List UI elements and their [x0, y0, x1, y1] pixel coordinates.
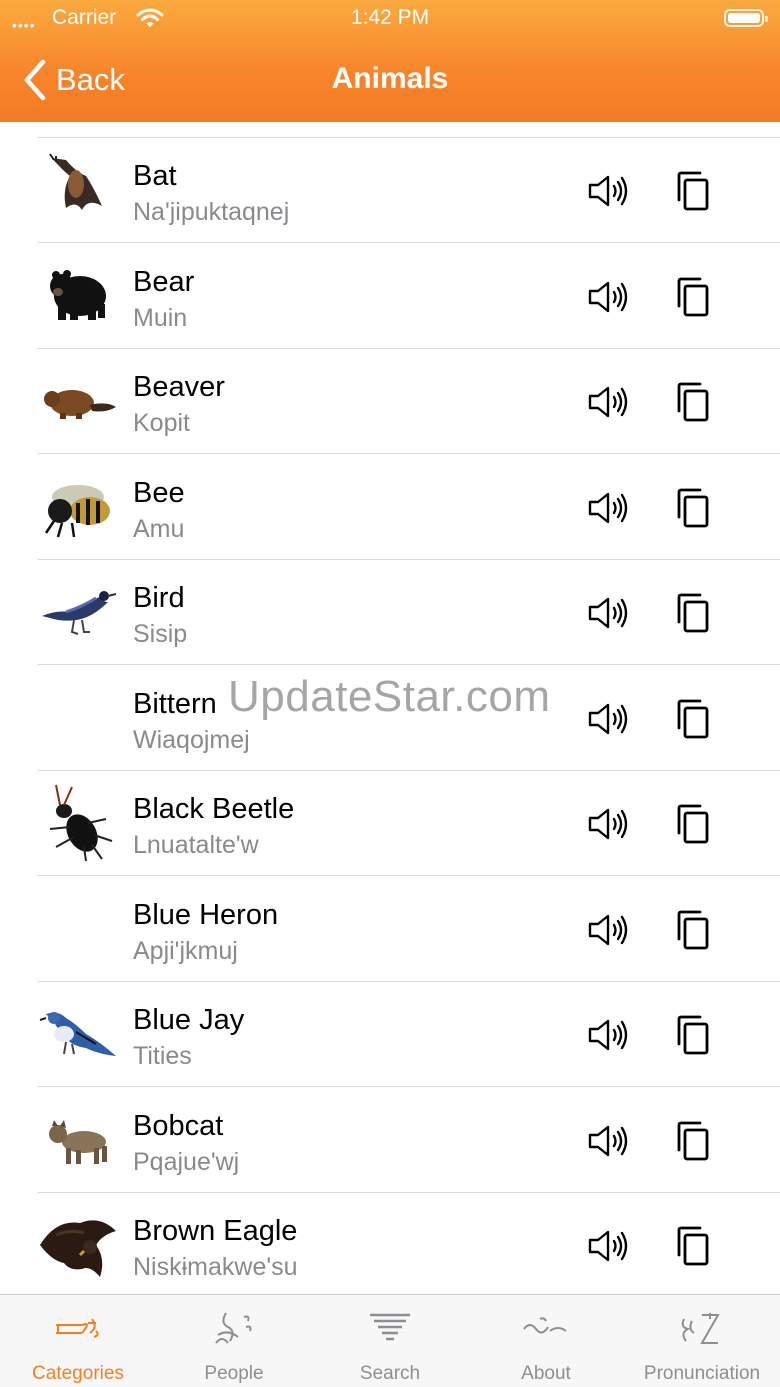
animal-name: Bobcat: [133, 1109, 224, 1142]
tab-people[interactable]: People: [156, 1295, 312, 1387]
tab-search[interactable]: Search: [312, 1295, 468, 1387]
tab-bar: Categories People Search About Pronuncia…: [0, 1294, 780, 1387]
bear-thumbnail: [36, 256, 120, 336]
bluejay-thumbnail: [36, 994, 120, 1074]
beetle-thumbnail: [36, 783, 120, 863]
about-glyph-icon: [523, 1317, 567, 1334]
pronunciation-glyph-icon: [681, 1313, 720, 1344]
animal-translation: Niskɨmakwe'su: [133, 1253, 298, 1281]
tab-label: Search: [359, 1363, 421, 1384]
navigation-bar: Back Animals: [0, 40, 780, 122]
animal-row[interactable]: Bear Muin: [0, 244, 780, 349]
animal-translation: Wiaqojmej: [133, 725, 250, 754]
clock: 1:42 PM: [350, 6, 430, 29]
speaker-icon[interactable]: [586, 805, 630, 843]
categories-glyph-icon: [56, 1318, 99, 1338]
animal-translation: Na'jipuktaqnej: [133, 198, 290, 226]
animal-name: Bird: [133, 582, 185, 614]
speaker-icon[interactable]: [586, 1227, 630, 1265]
tab-label: People: [204, 1363, 264, 1384]
animal-row[interactable]: Bat Na'jipuktaqnej: [0, 138, 780, 243]
tab-pronunciation[interactable]: Pronunciation: [624, 1295, 780, 1387]
animal-translation: Muin: [133, 303, 188, 332]
animal-row[interactable]: Black Beetle Lnuatalte'w: [0, 771, 780, 876]
animal-row[interactable]: Brown Eagle Niskɨmakwe'su: [0, 1193, 780, 1294]
animal-name: Blue Jay: [133, 1004, 245, 1036]
animal-name: Bear: [133, 265, 195, 298]
search-glyph-icon: [370, 1313, 410, 1341]
speaker-icon[interactable]: [586, 1016, 630, 1054]
animal-row[interactable]: Blue Jay Tities: [0, 982, 780, 1087]
animal-name: Bee: [133, 476, 185, 509]
tab-about[interactable]: About: [468, 1295, 624, 1387]
header-bar: •••• Carrier 1:42 PM Back Animals: [0, 0, 780, 122]
copy-icon[interactable]: [674, 487, 712, 529]
copy-icon[interactable]: [674, 381, 712, 423]
copy-icon[interactable]: [674, 909, 712, 951]
animal-name: Black Beetle: [133, 793, 295, 825]
animal-translation: Kopit: [133, 409, 190, 437]
speaker-icon[interactable]: [586, 594, 630, 632]
copy-icon[interactable]: [674, 170, 712, 212]
speaker-icon[interactable]: [586, 1122, 630, 1160]
copy-icon[interactable]: [674, 698, 712, 740]
tab-categories[interactable]: Categories: [0, 1295, 156, 1387]
watermark: UpdateStar.com: [228, 672, 551, 721]
animal-translation: Lnuatalte'w: [133, 831, 259, 859]
thumbnail-placeholder: [36, 889, 120, 969]
copy-icon[interactable]: [674, 1014, 712, 1056]
animal-row[interactable]: Blue Heron Apji'jkmuj: [0, 877, 780, 982]
speaker-icon[interactable]: [586, 172, 630, 210]
animal-translation: Pqajue'wj: [133, 1147, 240, 1176]
copy-icon[interactable]: [674, 276, 712, 318]
animal-row[interactable]: Bobcat Pqajue'wj: [0, 1088, 780, 1193]
animal-name: Blue Heron: [133, 898, 279, 931]
animal-translation: Amu: [133, 514, 185, 543]
animal-row[interactable]: Beaver Kopit: [0, 349, 780, 454]
animal-name: Bittern: [133, 687, 217, 720]
animal-name: Bat: [133, 160, 177, 192]
copy-icon[interactable]: [674, 1120, 712, 1162]
animal-row[interactable]: Bird Sisip: [0, 560, 780, 665]
animal-translation: Sisip: [133, 620, 188, 648]
speaker-icon[interactable]: [586, 489, 630, 527]
animal-translation: Tities: [133, 1042, 192, 1070]
beaver-thumbnail: [36, 361, 120, 441]
copy-icon[interactable]: [674, 803, 712, 845]
tab-label: Categories: [32, 1363, 124, 1384]
copy-icon[interactable]: [674, 592, 712, 634]
speaker-icon[interactable]: [586, 278, 630, 316]
speaker-icon[interactable]: [586, 700, 630, 738]
bobcat-thumbnail: [36, 1100, 120, 1180]
animal-name: Brown Eagle: [133, 1215, 298, 1247]
animal-name: Beaver: [133, 371, 225, 403]
bee-thumbnail: [36, 467, 120, 547]
speaker-icon[interactable]: [586, 383, 630, 421]
animal-translation: Apji'jkmuj: [133, 936, 238, 965]
eagle-thumbnail: [36, 1205, 120, 1285]
thumbnail-placeholder: [36, 678, 120, 758]
people-glyph-icon: [215, 1312, 252, 1344]
animal-row[interactable]: Bee Amu: [0, 455, 780, 560]
bat-thumbnail: [36, 150, 120, 230]
status-bar: •••• Carrier 1:42 PM: [0, 0, 780, 38]
battery-icon: [724, 9, 768, 27]
bird-thumbnail: [36, 572, 120, 652]
copy-icon[interactable]: [674, 1225, 712, 1267]
app-screen: •••• Carrier 1:42 PM Back Animals Bat Na'…: [0, 0, 780, 1387]
tab-label: About: [521, 1363, 571, 1384]
tab-label: Pronunciation: [643, 1363, 761, 1384]
page-title: Animals: [331, 62, 449, 95]
speaker-icon[interactable]: [586, 911, 630, 949]
